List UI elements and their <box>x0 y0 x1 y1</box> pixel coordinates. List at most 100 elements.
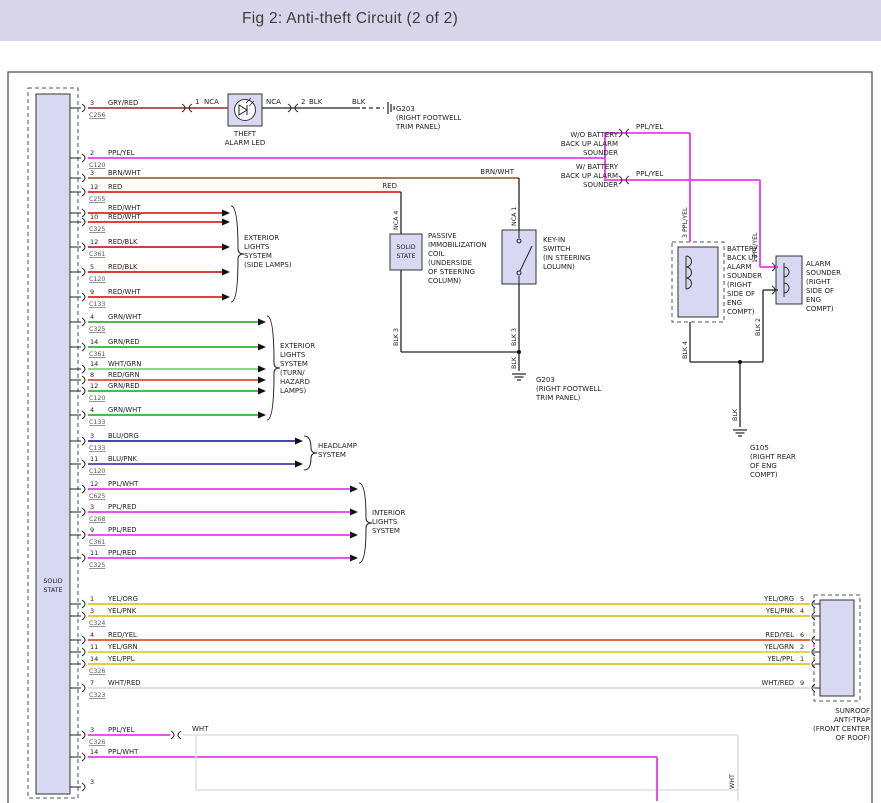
diagram-label: BLK <box>352 98 366 106</box>
pin-number: 3 <box>90 503 94 511</box>
diagram-label: ANTI-TRAP <box>834 716 870 724</box>
diagram-label: G203 <box>396 105 415 113</box>
arrow-head <box>258 344 266 351</box>
diagram-label: BATTERY <box>727 245 758 253</box>
diagram-label: COIL <box>428 250 444 258</box>
wire-color-label: YEL/ORG <box>763 595 794 603</box>
diagram-label: G203 <box>536 376 555 384</box>
connector-chevron <box>82 411 85 419</box>
diagram-label: SWITCH <box>543 245 570 253</box>
arrow-head <box>295 461 303 468</box>
pin-number: 6 <box>800 631 804 639</box>
diagram-label: SUNROOF <box>835 707 870 715</box>
arrow-head <box>258 319 266 326</box>
diagram-label: PPL/YEL <box>636 170 663 178</box>
connector-chevron <box>82 684 85 692</box>
sunroof-connector <box>820 600 854 696</box>
junction-dot <box>517 350 521 354</box>
diagram-label: OF STEERING <box>428 268 475 276</box>
key-in-switch-box <box>502 230 536 284</box>
connector-chevron <box>82 174 85 182</box>
arrow-head <box>350 532 358 539</box>
diagram-label: ENG <box>727 299 742 307</box>
diagram-label: (TURN/ <box>280 369 305 377</box>
wire-color-label: RED/GRN <box>108 371 140 379</box>
immobilizer-solid-state-box <box>390 234 422 270</box>
connector-label: C324 <box>89 620 105 627</box>
connector-chevron <box>171 731 174 739</box>
pin-number: 3 <box>90 169 94 177</box>
pin-number: 9 <box>90 526 94 534</box>
wire-label-vertical: NCA 4 <box>393 211 400 230</box>
connector-chevron <box>82 218 85 226</box>
connector-chevron <box>82 154 85 162</box>
arrow-head <box>350 486 358 493</box>
pin-number: 4 <box>90 631 94 639</box>
diagram-label: COLUMN) <box>428 277 461 285</box>
pin-number: 3 <box>90 726 94 734</box>
pin-number: 11 <box>90 455 98 463</box>
wire-label-vertical: BLK <box>511 356 518 369</box>
connector-label: C625 <box>89 493 105 500</box>
connector-chevron <box>82 731 85 739</box>
diagram-label: SYSTEM <box>318 451 346 459</box>
diagram-label: HAZARD <box>280 378 310 386</box>
diagram-label: (UNDERSIDE <box>428 259 472 267</box>
arrow-head <box>258 377 266 384</box>
diagram-label: LIGHTS <box>280 351 306 359</box>
connector-label: C255 <box>89 196 105 203</box>
diagram-label: SYSTEM <box>280 360 308 368</box>
connector-label: C325 <box>89 562 105 569</box>
connector-chevron <box>82 485 85 493</box>
diagram-label: ALARM <box>727 263 752 271</box>
arrow-head <box>222 244 230 251</box>
diagram-label: W/ BATTERY <box>576 163 619 171</box>
wire-color-label: GRY/RED <box>108 99 138 107</box>
connector-chevron <box>82 636 85 644</box>
wire-color-label: PPL/RED <box>108 526 137 534</box>
connector-label: C133 <box>89 419 105 426</box>
diagram-label: BACK UP <box>727 254 758 262</box>
wire-label-vertical: 3 PPL/YEL <box>682 207 689 238</box>
pin-number: 2 <box>800 643 804 651</box>
diagram-label: THEFT <box>233 130 257 138</box>
diagram-label: COMPT) <box>806 305 834 313</box>
diagram-label: ALARM LED <box>225 139 265 147</box>
diagram-label: RED <box>382 182 397 190</box>
connector-label: C133 <box>89 445 105 452</box>
wire-color-label: YEL/GRN <box>763 643 794 651</box>
wire-label-vertical: WHT <box>729 774 736 789</box>
wire-label-vertical: BLK 3 <box>393 328 400 346</box>
diagram-label: (RIGHT <box>727 281 752 289</box>
pin-number: 12 <box>90 238 98 246</box>
diagram-label: NCA <box>204 98 219 106</box>
pin-number: 4 <box>800 607 804 615</box>
wire-label-vertical: BLK 3 <box>511 328 518 346</box>
diagram-label: BACK UP ALARM <box>561 140 618 148</box>
connector-chevron <box>82 209 85 217</box>
wire-color-label: PPL/RED <box>108 549 137 557</box>
pin-number: 14 <box>90 338 98 346</box>
connector-label: C326 <box>89 739 105 746</box>
diagram-label: PASSIVE <box>428 232 457 240</box>
diagram-label: STATE <box>44 587 63 594</box>
wire-color-label: YEL/GRN <box>107 643 138 651</box>
connector-label: C323 <box>89 692 105 699</box>
diagram-label: SIDE OF <box>727 290 755 298</box>
connector-label: C268 <box>89 516 105 523</box>
pin-number: 3 <box>90 99 94 107</box>
wire-color-label: YEL/PNK <box>107 607 137 615</box>
wire-color-label: YEL/PNK <box>765 607 795 615</box>
wiring-diagram: 3GRY/REDC2562PPL/YELC1203BRN/WHT12REDC25… <box>0 0 881 803</box>
alarm-sounder-box <box>776 256 802 304</box>
wire-color-label: GRN/WHT <box>108 406 142 414</box>
group-brace <box>231 206 244 302</box>
connector-label: C361 <box>89 251 105 258</box>
wire-color-label: GRN/RED <box>108 382 140 390</box>
diagram-label: 1 <box>195 98 199 106</box>
diagram-label: (FRONT CENTER <box>813 725 870 733</box>
connector-chevron <box>82 612 85 620</box>
arrow-head <box>258 412 266 419</box>
connector-label: C361 <box>89 351 105 358</box>
pin-number: 9 <box>90 288 94 296</box>
